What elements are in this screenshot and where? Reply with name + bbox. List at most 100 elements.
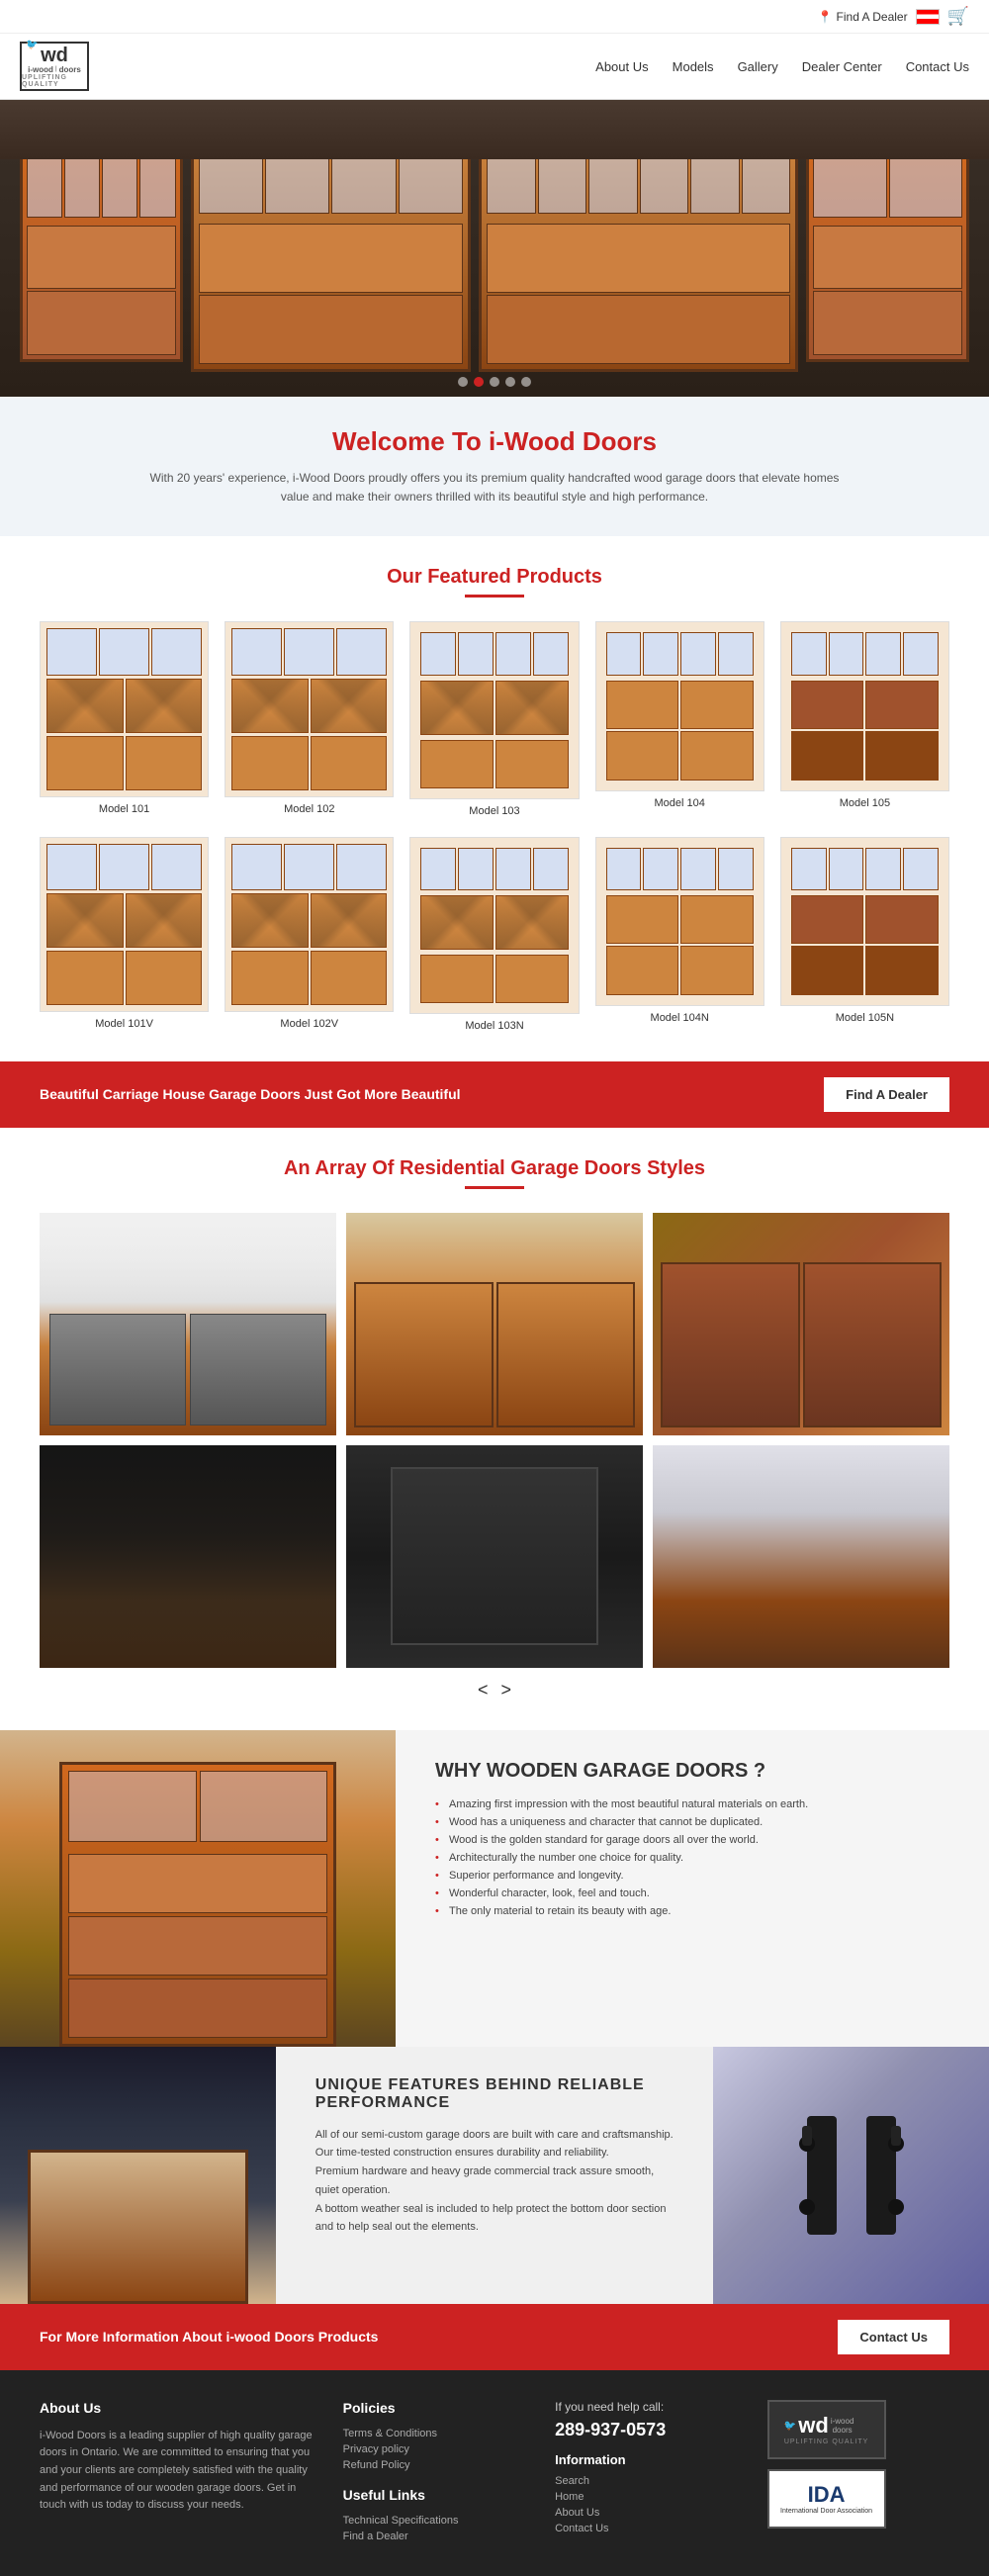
product-101[interactable]: Model 101 [40, 621, 209, 816]
logo[interactable]: 🐦 wd i-wood | doors UPLIFTING QUALITY [20, 42, 89, 91]
window [903, 632, 939, 675]
product-105-label: Model 105 [780, 797, 949, 809]
ida-subtext: International Door Association [780, 2508, 872, 2515]
window [643, 632, 678, 675]
find-dealer-button[interactable]: Find A Dealer [824, 1077, 949, 1112]
product-103n-img [409, 837, 579, 1014]
product-104n-img [595, 837, 764, 1006]
footer-tech-specs[interactable]: Technical Specifications [343, 2515, 525, 2527]
nav-about-us[interactable]: About Us [595, 59, 648, 74]
slider-dot-4[interactable] [505, 377, 515, 387]
footer-policies: Policies Terms & Conditions Privacy poli… [343, 2400, 525, 2546]
gallery-image-3[interactable] [653, 1213, 949, 1435]
why-point-5: Superior performance and longevity. [435, 1870, 949, 1882]
product-103n[interactable]: Model 103N [409, 837, 579, 1032]
gallery-image-6[interactable] [653, 1445, 949, 1668]
gallery-next-button[interactable]: > [501, 1680, 512, 1700]
footer-terms[interactable]: Terms & Conditions [343, 2428, 525, 2439]
product-103-img [409, 621, 579, 798]
gallery-underline [465, 1186, 524, 1189]
product-102v[interactable]: Model 102V [225, 837, 394, 1032]
slider-dot-5[interactable] [521, 377, 531, 387]
panel [126, 951, 203, 1005]
features-image-left [0, 2047, 276, 2304]
product-105n[interactable]: Model 105N [780, 837, 949, 1032]
gallery-image-1[interactable] [40, 1213, 336, 1435]
product-103n-label: Model 103N [409, 1020, 579, 1032]
window [495, 632, 531, 675]
gallery-title: An Array Of Residential Garage Doors Sty… [40, 1157, 949, 1180]
why-point-2: Wood has a uniqueness and character that… [435, 1816, 949, 1828]
product-104n[interactable]: Model 104N [595, 837, 764, 1032]
nav-models[interactable]: Models [673, 59, 714, 74]
product-101v[interactable]: Model 101V [40, 837, 209, 1032]
panel-x [126, 679, 203, 733]
panel-x [311, 893, 388, 948]
footer-contact-link[interactable]: Contact Us [555, 2523, 737, 2534]
footer-info-title: Information [555, 2452, 737, 2467]
featured-products-section: Our Featured Products Model 1 [0, 536, 989, 1060]
window [46, 844, 97, 890]
contact-banner-text: For More Information About i-wood Doors … [40, 2329, 378, 2345]
window [231, 628, 282, 675]
window [606, 632, 642, 675]
slider-dot-1[interactable] [458, 377, 468, 387]
product-103[interactable]: Model 103 [409, 621, 579, 816]
panel [865, 681, 939, 730]
gallery-image-2[interactable] [346, 1213, 643, 1435]
footer-useful-title: Useful Links [343, 2487, 525, 2503]
products-grid-row1: Model 101 Model 102 [40, 621, 949, 816]
slider-dot-3[interactable] [490, 377, 499, 387]
find-dealer-top[interactable]: 📍 Find A Dealer [818, 10, 908, 24]
contact-banner: For More Information About i-wood Doors … [0, 2304, 989, 2370]
nav-contact-us[interactable]: Contact Us [906, 59, 969, 74]
logo-box: 🐦 wd i-wood | doors UPLIFTING QUALITY [20, 42, 89, 91]
panel [680, 681, 754, 730]
window [336, 628, 387, 675]
window [791, 632, 827, 675]
panel [495, 740, 569, 788]
find-dealer-label: Find A Dealer [837, 10, 908, 24]
gallery-prev-button[interactable]: < [478, 1680, 489, 1700]
cart-icon[interactable]: 🛒 [947, 6, 969, 27]
gallery-image-4[interactable] [40, 1445, 336, 1668]
footer-policies-title: Policies [343, 2400, 525, 2416]
footer-privacy[interactable]: Privacy policy [343, 2443, 525, 2455]
products-grid-row2: Model 101V Model 102V [40, 837, 949, 1032]
panel [606, 895, 679, 945]
footer-search-link[interactable]: Search [555, 2475, 737, 2487]
product-104-label: Model 104 [595, 797, 764, 809]
window [718, 632, 754, 675]
welcome-section: Welcome To i-Wood Doors With 20 years' e… [0, 397, 989, 536]
panel-x [420, 681, 494, 735]
panel [865, 731, 939, 781]
panel [46, 736, 124, 790]
panel-x [311, 679, 388, 733]
footer-refund[interactable]: Refund Policy [343, 2459, 525, 2471]
contact-us-button[interactable]: Contact Us [838, 2320, 949, 2354]
product-105[interactable]: Model 105 [780, 621, 949, 816]
welcome-text: With 20 years' experience, i-Wood Doors … [148, 469, 841, 506]
features-text: All of our semi-custom garage doors are … [315, 2126, 674, 2237]
features-title: UNIQUE FEATURES BEHIND RELIABLE PERFORMA… [315, 2076, 674, 2112]
footer-phone: 289-937-0573 [555, 2420, 737, 2440]
nav-dealer-center[interactable]: Dealer Center [802, 59, 882, 74]
product-102[interactable]: Model 102 [225, 621, 394, 816]
footer-ida-logo: IDA International Door Association [767, 2469, 886, 2529]
footer-find-dealer[interactable]: Find a Dealer [343, 2530, 525, 2542]
logo-sub: doors [59, 65, 81, 74]
slider-dot-2[interactable] [474, 377, 484, 387]
footer-home-link[interactable]: Home [555, 2491, 737, 2503]
panel [680, 731, 754, 781]
panel [865, 946, 939, 995]
footer-about-link[interactable]: About Us [555, 2507, 737, 2519]
panel [791, 731, 864, 781]
product-101v-label: Model 101V [40, 1018, 209, 1030]
window [151, 844, 202, 890]
window [151, 628, 202, 675]
logo-tagline: UPLIFTING QUALITY [22, 74, 87, 88]
panel [231, 951, 309, 1005]
product-104[interactable]: Model 104 [595, 621, 764, 816]
gallery-image-5[interactable] [346, 1445, 643, 1668]
nav-gallery[interactable]: Gallery [738, 59, 778, 74]
